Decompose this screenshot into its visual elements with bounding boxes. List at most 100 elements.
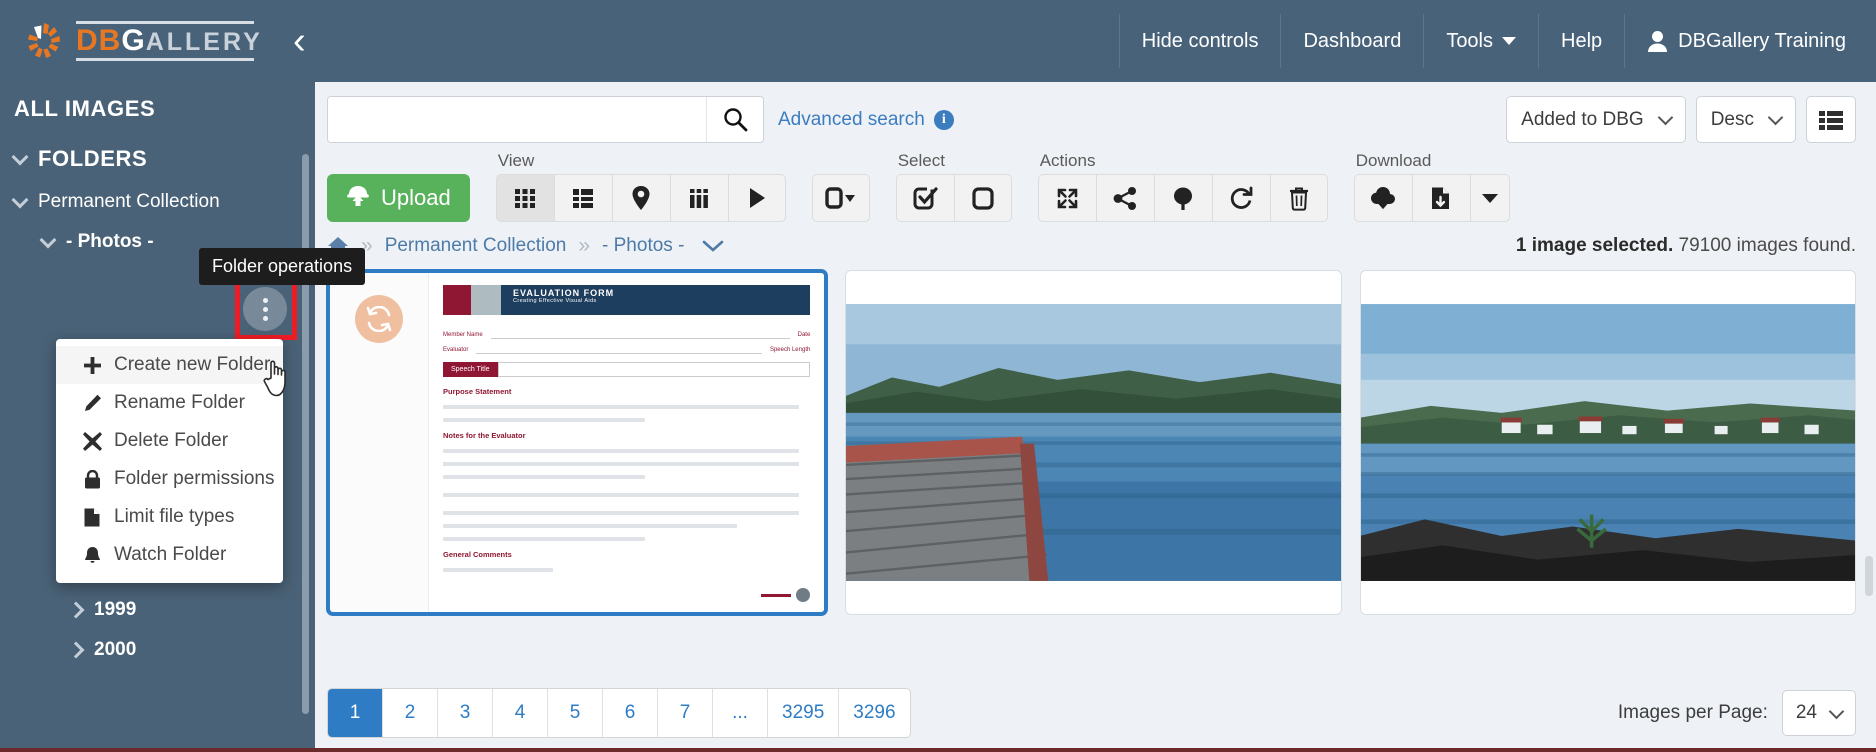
x-icon [82, 431, 102, 451]
list-view-toggle-button[interactable] [1806, 96, 1856, 143]
chevron-down-icon[interactable] [702, 239, 724, 253]
sort-direction-dropdown[interactable]: Desc [1695, 96, 1796, 143]
toolbar-group-download-label: Download [1355, 151, 1432, 170]
status-selected: 1 image selected. [1515, 235, 1674, 256]
gallery-card-document[interactable]: EVALUATION FORM Creating Effective Visua… [327, 270, 828, 615]
sidebar-section-folders[interactable]: FOLDERS [0, 136, 315, 182]
chevron-down-icon [1657, 109, 1673, 126]
page-button-3296[interactable]: 3296 [839, 689, 909, 737]
logo-g: G [121, 24, 146, 57]
sort-direction-value: Desc [1710, 108, 1754, 130]
download-originals-button[interactable] [1353, 174, 1412, 222]
photo-coastal-village [1360, 271, 1855, 614]
nav-item-dashboard[interactable]: Dashboard [1280, 14, 1423, 68]
page-button-3[interactable]: 3 [438, 689, 493, 737]
page-button-ellipsis: ... [713, 689, 768, 737]
document-footer [442, 588, 811, 602]
menu-item-folder-permissions[interactable]: Folder permissions [56, 460, 283, 498]
document-subtitle: Creating Effective Visual Aids [513, 298, 597, 304]
expand-fullscreen-button[interactable] [1037, 174, 1096, 222]
gallery-grid: EVALUATION FORM Creating Effective Visua… [315, 266, 1876, 674]
detail-list-view-button[interactable] [553, 174, 612, 222]
page-button-4[interactable]: 4 [493, 689, 548, 737]
column-view-button[interactable] [669, 174, 728, 222]
page-button-3295[interactable]: 3295 [768, 689, 840, 737]
search-row: Advanced search i Added to DBG Desc [315, 82, 1876, 149]
share-icon [1113, 186, 1136, 210]
page-button-6[interactable]: 6 [603, 689, 658, 737]
document-card-sidebar [330, 273, 428, 612]
document-field-label-right: Date [797, 332, 811, 338]
images-per-page-value: 24 [1795, 702, 1817, 723]
select-all-button[interactable] [895, 174, 954, 222]
document-field-line [476, 346, 762, 354]
menu-item-label: Limit file types [114, 506, 235, 527]
dbgallery-logo-icon [22, 19, 66, 63]
info-icon[interactable]: i [933, 109, 954, 130]
tree-item-1999[interactable]: 1999 [14, 590, 315, 630]
sidebar-item-all-images[interactable]: ALL IMAGES [0, 82, 315, 136]
share-button[interactable] [1095, 174, 1154, 222]
list-view-icon [1819, 110, 1843, 130]
deselect-all-button[interactable] [953, 174, 1012, 222]
tree-item-2000[interactable]: 2000 [14, 630, 315, 670]
chevron-down-icon [11, 148, 29, 166]
deselect-all-icon [972, 186, 994, 210]
breadcrumb-item-photos[interactable]: - Photos - [602, 235, 684, 257]
nav-item-tools[interactable]: Tools [1423, 14, 1538, 68]
search-button[interactable] [706, 97, 763, 142]
menu-item-rename-folder[interactable]: Rename Folder [56, 384, 283, 422]
toolbar-group-select: Select [895, 151, 1012, 222]
download-converted-button[interactable] [1411, 174, 1470, 222]
nav-item-help[interactable]: Help [1538, 14, 1624, 68]
menu-item-limit-file-types[interactable]: Limit file types [56, 498, 283, 536]
gallery-scrollbar[interactable] [1865, 556, 1873, 596]
download-options-button[interactable] [1469, 174, 1510, 222]
gallery-card-photo-village[interactable] [1359, 270, 1856, 615]
status-bar: 1 image selected. 79100 images found. [1516, 235, 1856, 257]
document-section-notes: Notes for the Evaluator [443, 431, 526, 440]
sync-icon[interactable] [355, 295, 403, 343]
upload-button-label: Upload [381, 185, 451, 210]
refresh-button[interactable] [1211, 174, 1270, 222]
menu-item-delete-folder[interactable]: Delete Folder [56, 422, 283, 460]
images-per-page-dropdown[interactable]: 24 [1781, 690, 1856, 736]
toolbar-group-download: Download [1353, 151, 1510, 222]
gallery-card-photo-dock[interactable] [845, 270, 1342, 615]
photo-dock-lake [846, 271, 1341, 614]
images-per-page: Images per Page: 24 [1618, 690, 1856, 736]
tree-item-label: 1999 [94, 599, 137, 620]
menu-item-watch-folder[interactable]: Watch Folder [56, 536, 283, 574]
page-button-1[interactable]: 1 [328, 689, 383, 737]
document-field-line [490, 331, 790, 339]
map-view-button[interactable] [611, 174, 670, 222]
delete-button[interactable] [1269, 174, 1328, 222]
thumbnail-size-dropdown-button[interactable] [811, 174, 870, 222]
top-navigation: Hide controls Dashboard Tools Help DBGal… [1118, 14, 1876, 68]
grid-view-button[interactable] [495, 174, 554, 222]
page-button-7[interactable]: 7 [658, 689, 713, 737]
pencil-icon [82, 394, 102, 413]
advanced-search-link[interactable]: Advanced search i [778, 109, 954, 131]
page-button-5[interactable]: 5 [548, 689, 603, 737]
menu-item-create-new-folder[interactable]: Create new Folder [56, 346, 283, 384]
breadcrumb-item-permanent-collection[interactable]: Permanent Collection [385, 235, 567, 257]
sort-field-dropdown[interactable]: Added to DBG [1506, 96, 1686, 143]
toolbar-group-view-label: View [497, 151, 535, 170]
nav-item-hide-controls[interactable]: Hide controls [1118, 14, 1281, 68]
document-header-bar: EVALUATION FORM Creating Effective Visua… [501, 285, 811, 315]
sidebar-scrollbar[interactable] [302, 154, 309, 714]
search-input[interactable] [328, 97, 706, 142]
column-view-icon [690, 189, 709, 208]
upload-button[interactable]: Upload [327, 174, 470, 222]
highlight-box [235, 278, 297, 340]
page-button-2[interactable]: 2 [383, 689, 438, 737]
toolbar-group-thumb-size-label [812, 151, 870, 171]
nav-item-user-account[interactable]: DBGallery Training [1624, 14, 1856, 68]
document-header-square-maroon [443, 285, 471, 315]
toolbar-group-view: View [495, 151, 786, 222]
tree-item-permanent-collection[interactable]: Permanent Collection [11, 182, 315, 222]
slideshow-view-button[interactable] [727, 174, 786, 222]
categorize-button[interactable] [1153, 174, 1212, 222]
user-icon [1648, 30, 1668, 52]
